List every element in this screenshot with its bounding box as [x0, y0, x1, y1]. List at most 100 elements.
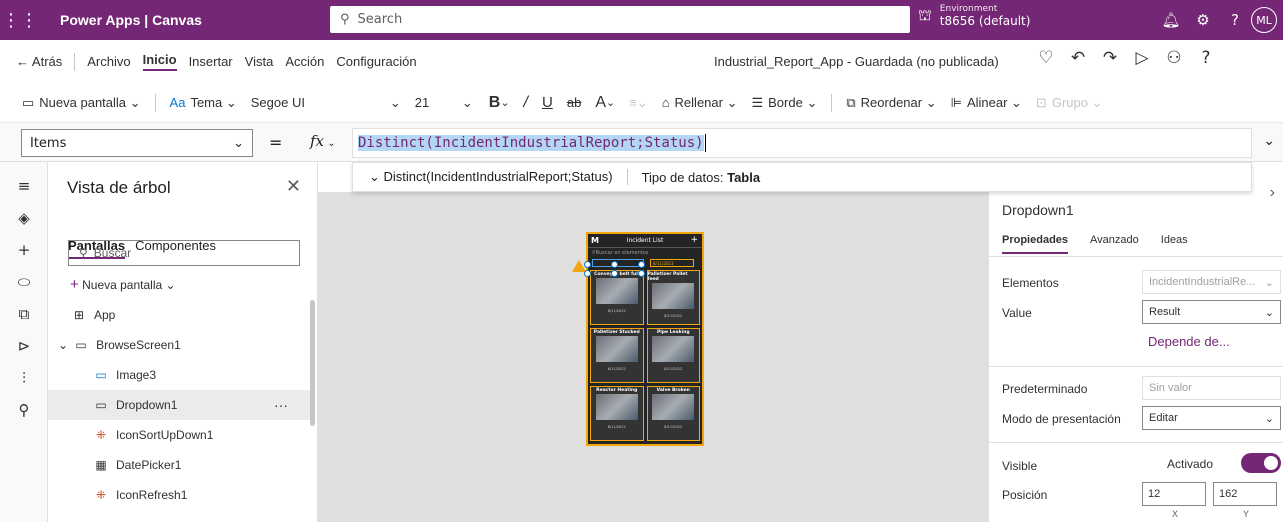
gallery-tile[interactable]: Conveyor belt full 8/11/2022	[590, 270, 644, 325]
chevron-right-icon[interactable]: ›	[1270, 184, 1275, 202]
selection-handle[interactable]	[638, 261, 645, 268]
play-icon[interactable]: ▷	[1126, 48, 1158, 68]
new-screen-button[interactable]: ▭ Nueva pantalla ⌄	[22, 95, 141, 111]
app-launcher-icon[interactable]: ⋮⋮	[0, 0, 40, 40]
tree-search-input[interactable]: ⚲ Buscar	[68, 240, 300, 266]
insert-plus-icon[interactable]: +	[0, 234, 48, 266]
position-y-input[interactable]: 162	[1213, 482, 1277, 506]
environment-picker[interactable]: ⛫ Environment t8656 (default)	[918, 4, 1030, 28]
strikethrough-button[interactable]: ab	[567, 95, 581, 110]
menu-file[interactable]: Archivo	[87, 54, 130, 69]
items-field[interactable]: IncidentIndustrialRe... ⌄	[1142, 270, 1281, 294]
display-mode-select[interactable]: Editar ⌄	[1142, 406, 1281, 430]
image-icon: ▭	[95, 368, 107, 382]
font-select[interactable]: Segoe UI ⌄	[251, 95, 401, 111]
selection-handle[interactable]	[638, 270, 645, 277]
selection-handle[interactable]	[611, 270, 618, 277]
help-icon[interactable]: ?	[1219, 11, 1251, 29]
app-preview[interactable]: M Incident List + ⚲ Buscar en elementos …	[586, 232, 704, 446]
design-canvas[interactable]: M Incident List + ⚲ Buscar en elementos …	[318, 192, 988, 522]
menu-action[interactable]: Acción	[285, 54, 324, 69]
reorder-icon: ⧉	[846, 94, 856, 110]
tab-advanced[interactable]: Avanzado	[1090, 234, 1139, 254]
tree-node-browsescreen[interactable]: ⌄ ▭ BrowseScreen1	[48, 330, 310, 360]
tile-title: Pipe Leaking	[656, 330, 690, 335]
undo-icon[interactable]: ↶	[1062, 48, 1094, 68]
tree-node-app[interactable]: ⊞ App	[48, 300, 310, 330]
property-select[interactable]: Items ⌄	[21, 129, 253, 157]
avatar[interactable]: ML	[1251, 7, 1277, 33]
tree-node-image3[interactable]: ▭ Image3	[48, 360, 310, 390]
icon-control-icon: ⁜	[95, 488, 107, 502]
back-button[interactable]: ← Atrás	[16, 54, 62, 69]
search-icon[interactable]: ⚲	[0, 394, 48, 426]
media-icon[interactable]: ⧉	[0, 298, 48, 330]
app-checker-icon[interactable]: ♡	[1030, 48, 1062, 68]
hamburger-icon[interactable]: ≡	[0, 170, 48, 202]
selection-handle[interactable]	[584, 261, 591, 268]
data-icon[interactable]: ⬭	[0, 266, 48, 298]
gallery-tile[interactable]: Pipe Leaking 8/11/2022	[646, 328, 700, 383]
default-field-value: Sin valor	[1149, 382, 1192, 394]
formula-input[interactable]: Distinct(IncidentIndustrialReport;Status…	[352, 128, 1252, 158]
notifications-icon[interactable]: 🔔︎	[1155, 11, 1187, 29]
align-button[interactable]: ⊫ Alinear ⌄	[951, 95, 1022, 111]
advanced-tools-icon[interactable]: ⫶	[0, 362, 48, 394]
tree-view-icon[interactable]: ◈	[0, 202, 48, 234]
theme-icon: Aa	[169, 95, 186, 110]
visible-toggle[interactable]	[1241, 453, 1281, 473]
tree-node-datepicker[interactable]: ▦ DatePicker1	[48, 450, 310, 480]
settings-gear-icon[interactable]: ⚙	[1187, 11, 1219, 29]
gallery-tile[interactable]: Valve Broken 8/11/2022	[646, 386, 700, 441]
share-icon[interactable]: ⚇	[1158, 48, 1190, 68]
tile-date: 8/11/2022	[664, 367, 683, 371]
menu-settings[interactable]: Configuración	[336, 54, 416, 69]
divider	[989, 442, 1283, 443]
redo-icon[interactable]: ↷	[1094, 48, 1126, 68]
font-size-select[interactable]: 21 ⌄	[415, 95, 473, 111]
tree-node-label: Dropdown1	[116, 398, 178, 412]
fill-button[interactable]: ⌂ Rellenar ⌄	[662, 95, 738, 111]
text-align-button[interactable]: ≡⌄	[629, 95, 647, 111]
position-x-input[interactable]: 12	[1142, 482, 1206, 506]
hint-expression[interactable]: ⌄ Distinct(IncidentIndustrialReport;Stat…	[353, 169, 628, 185]
more-options-icon[interactable]: ···	[274, 397, 288, 413]
fx-icon[interactable]: fx ⌄	[310, 132, 336, 150]
theme-button[interactable]: Aa Tema ⌄	[170, 95, 237, 111]
app-name[interactable]: Power Apps | Canvas	[60, 12, 202, 28]
close-icon[interactable]: ✕	[286, 176, 301, 197]
gallery-tile[interactable]: Reactor Heating 8/11/2022	[590, 386, 644, 441]
tab-properties[interactable]: Propiedades	[1002, 234, 1069, 254]
selection-handle[interactable]	[611, 261, 618, 268]
reorder-button[interactable]: ⧉ Reordenar ⌄	[846, 95, 936, 111]
properties-tabs: Propiedades Avanzado Ideas	[1002, 234, 1210, 254]
border-button[interactable]: ☰ Borde ⌄	[751, 95, 817, 111]
preview-dropdown[interactable]	[592, 259, 644, 267]
tree-node-iconsortupdown[interactable]: ⁜ IconSortUpDown1	[48, 420, 310, 450]
value-select[interactable]: Result ⌄	[1142, 300, 1281, 324]
bold-button[interactable]: B ⌄	[489, 94, 510, 112]
group-button[interactable]: ⊡ Grupo ⌄	[1036, 95, 1103, 111]
gallery-tile[interactable]: Palletizer Pallet feed 8/11/2022	[646, 270, 700, 325]
selection-handle[interactable]	[584, 270, 591, 277]
tab-ideas[interactable]: Ideas	[1161, 234, 1188, 254]
menu-insert[interactable]: Insertar	[189, 54, 233, 69]
tree-scrollbar[interactable]	[310, 300, 315, 426]
preview-datepicker[interactable]: 8/11/2023	[650, 259, 694, 267]
power-automate-icon[interactable]: ⊳	[0, 330, 48, 362]
tree-new-screen-button[interactable]: + Nueva pantalla ⌄	[70, 276, 176, 293]
help-icon[interactable]: ?	[1190, 48, 1222, 68]
global-search-input[interactable]: ⚲ Search	[330, 6, 910, 33]
default-field[interactable]: Sin valor	[1142, 376, 1281, 400]
font-color-button[interactable]: A ⌄	[595, 94, 615, 112]
expand-formula-icon[interactable]: ⌄	[1263, 133, 1275, 149]
italic-button[interactable]: /	[524, 94, 528, 112]
tile-title: Valve Broken	[656, 388, 690, 393]
gallery-tile[interactable]: Palletizer Stucked 8/11/2022	[590, 328, 644, 383]
depends-on-link[interactable]: Depende de...	[1148, 334, 1230, 349]
menu-view[interactable]: Vista	[245, 54, 274, 69]
tree-node-iconrefresh[interactable]: ⁜ IconRefresh1	[48, 480, 310, 510]
menu-home[interactable]: Inicio	[142, 52, 177, 71]
underline-button[interactable]: U	[542, 94, 553, 111]
tree-node-dropdown1[interactable]: ▭ Dropdown1 ···	[48, 390, 310, 420]
